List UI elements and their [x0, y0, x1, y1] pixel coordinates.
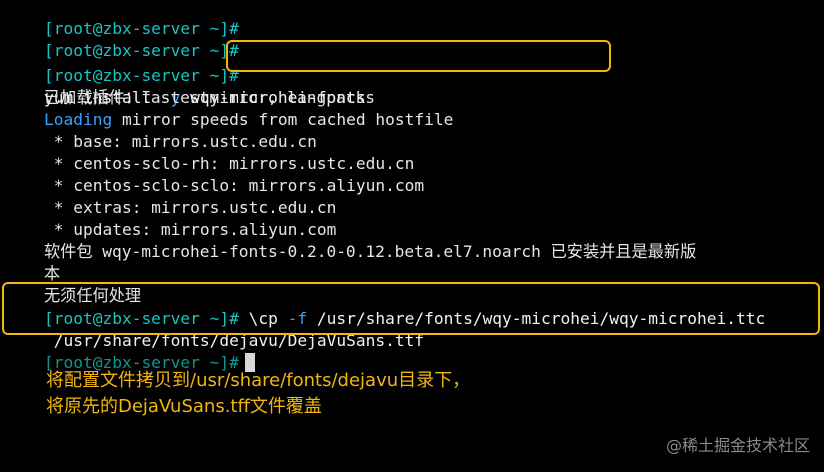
annotation-line-1: 将配置文件拷贝到/usr/share/fonts/dejavu目录下，: [46, 370, 471, 391]
terminal-line: [root@zbx-server ~]#: [5, 18, 239, 60]
terminal-line: 已加载插件：fastestmirror, langpacks: [5, 65, 375, 107]
terminal-line: [root@zbx-server ~]# \cp -f /usr/share/f…: [5, 286, 765, 328]
terminal-line: 本: [5, 241, 60, 283]
terminal-line: 无须任何处理: [5, 263, 141, 305]
terminal-line: * centos-sclo-rh: mirrors.ustc.edu.cn: [5, 131, 415, 173]
terminal-line: [root@zbx-server ~]# yum install -y wqy-…: [5, 43, 366, 107]
installed-message: 软件包 wqy-microhei-fonts-0.2.0-0.12.beta.e…: [43, 242, 697, 261]
terminal-line: /usr/share/fonts/dejavu/DejaVuSans.ttf: [5, 308, 424, 350]
terminal-line: [root@zbx-server ~]#: [5, 0, 239, 38]
terminal-window[interactable]: [root@zbx-server ~]# [root@zbx-server ~]…: [0, 0, 824, 472]
terminal-line: [root@zbx-server ~]#: [5, 330, 255, 372]
terminal-line: * updates: mirrors.aliyun.com: [5, 197, 337, 239]
terminal-line: 软件包 wqy-microhei-fonts-0.2.0-0.12.beta.e…: [5, 219, 696, 261]
terminal-line: * extras: mirrors.ustc.edu.cn: [5, 175, 337, 217]
annotation-line-2: 将原先的DejaVuSans.tff文件覆盖: [46, 396, 322, 417]
terminal-line: Loading mirror speeds from cached hostfi…: [5, 87, 453, 129]
watermark: @稀土掘金技术社区: [665, 436, 810, 455]
terminal-line: * base: mirrors.ustc.edu.cn: [5, 109, 317, 151]
terminal-line: * centos-sclo-sclo: mirrors.aliyun.com: [5, 153, 424, 195]
